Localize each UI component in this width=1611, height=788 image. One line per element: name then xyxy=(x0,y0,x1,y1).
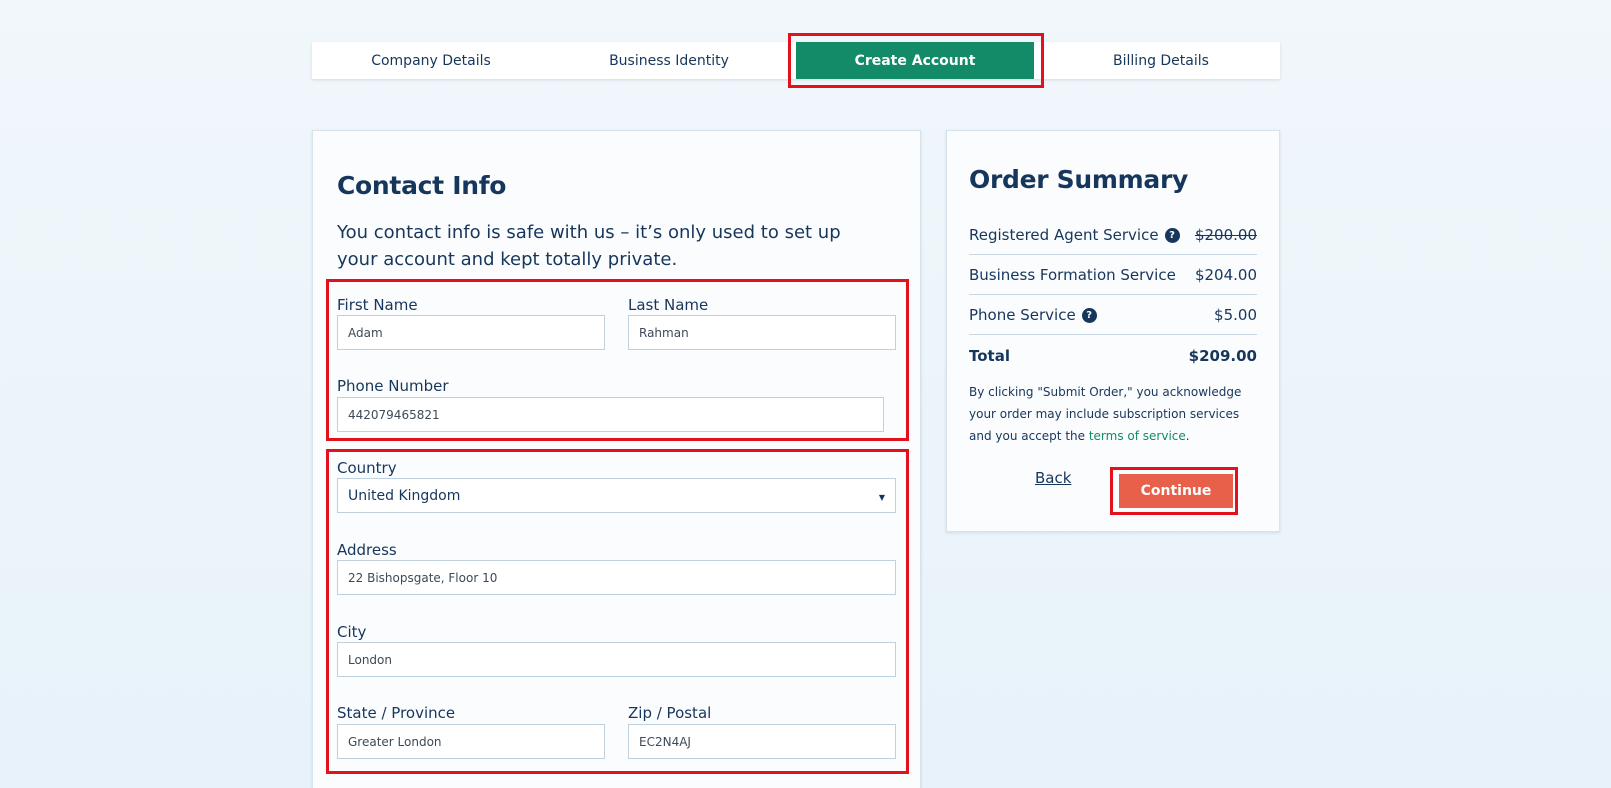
state-province-input[interactable] xyxy=(337,724,605,759)
tab-business-identity[interactable]: Business Identity xyxy=(550,42,788,79)
zip-postal-input[interactable] xyxy=(628,724,896,759)
summary-item-price: $204.00 xyxy=(1194,265,1257,284)
summary-item-registered-agent: Registered Agent Service? $200.00 xyxy=(969,215,1257,255)
summary-item-name: Registered Agent Service xyxy=(969,225,1159,244)
total-label: Total xyxy=(969,347,1010,365)
summary-item-name: Phone Service xyxy=(969,305,1076,324)
summary-total-row: Total $209.00 xyxy=(969,336,1257,376)
total-value: $209.00 xyxy=(1188,347,1257,365)
tab-create-account[interactable]: Create Account xyxy=(796,42,1034,79)
phone-number-input[interactable] xyxy=(337,397,884,432)
state-province-label: State / Province xyxy=(337,704,456,722)
phone-number-label: Phone Number xyxy=(337,377,449,395)
country-selected-value: United Kingdom xyxy=(348,487,461,504)
terms-of-service-link[interactable]: terms of service xyxy=(1089,429,1186,443)
address-input[interactable] xyxy=(337,560,896,595)
tab-company-details[interactable]: Company Details xyxy=(312,42,550,79)
order-summary-panel: Order Summary Registered Agent Service? … xyxy=(946,130,1280,532)
address-label: Address xyxy=(337,541,397,559)
contact-info-intro: You contact info is safe with us – it’s … xyxy=(337,222,841,270)
legal-text-end: . xyxy=(1185,429,1190,443)
last-name-input[interactable] xyxy=(628,315,896,350)
first-name-label: First Name xyxy=(337,296,418,314)
help-icon[interactable]: ? xyxy=(1081,307,1097,323)
summary-item-name: Business Formation Service xyxy=(969,265,1176,284)
step-tabs: Company Details Business Identity Create… xyxy=(312,42,1280,79)
country-select[interactable]: United Kingdom ▼ xyxy=(337,478,896,513)
summary-item-phone-service: Phone Service? $5.00 xyxy=(969,295,1257,335)
legal-notice: By clicking "Submit Order," you acknowle… xyxy=(969,381,1261,447)
first-name-input[interactable] xyxy=(337,315,605,350)
chevron-down-icon: ▼ xyxy=(878,493,885,502)
zip-postal-label: Zip / Postal xyxy=(628,704,712,722)
back-link[interactable]: Back xyxy=(1035,469,1071,487)
summary-item-price: $200.00 xyxy=(1194,225,1257,244)
summary-item-business-formation: Business Formation Service $204.00 xyxy=(969,255,1257,295)
city-label: City xyxy=(337,623,367,641)
summary-item-price: $5.00 xyxy=(1214,305,1257,324)
last-name-label: Last Name xyxy=(628,296,709,314)
contact-info-title: Contact Info xyxy=(337,171,507,200)
country-label: Country xyxy=(337,459,397,477)
city-input[interactable] xyxy=(337,642,896,677)
order-summary-title: Order Summary xyxy=(969,165,1188,194)
help-icon[interactable]: ? xyxy=(1164,227,1180,243)
contact-info-panel: Contact Info You contact info is safe wi… xyxy=(312,130,921,788)
continue-button[interactable]: Continue xyxy=(1119,474,1233,508)
tab-billing-details[interactable]: Billing Details xyxy=(1042,42,1280,79)
